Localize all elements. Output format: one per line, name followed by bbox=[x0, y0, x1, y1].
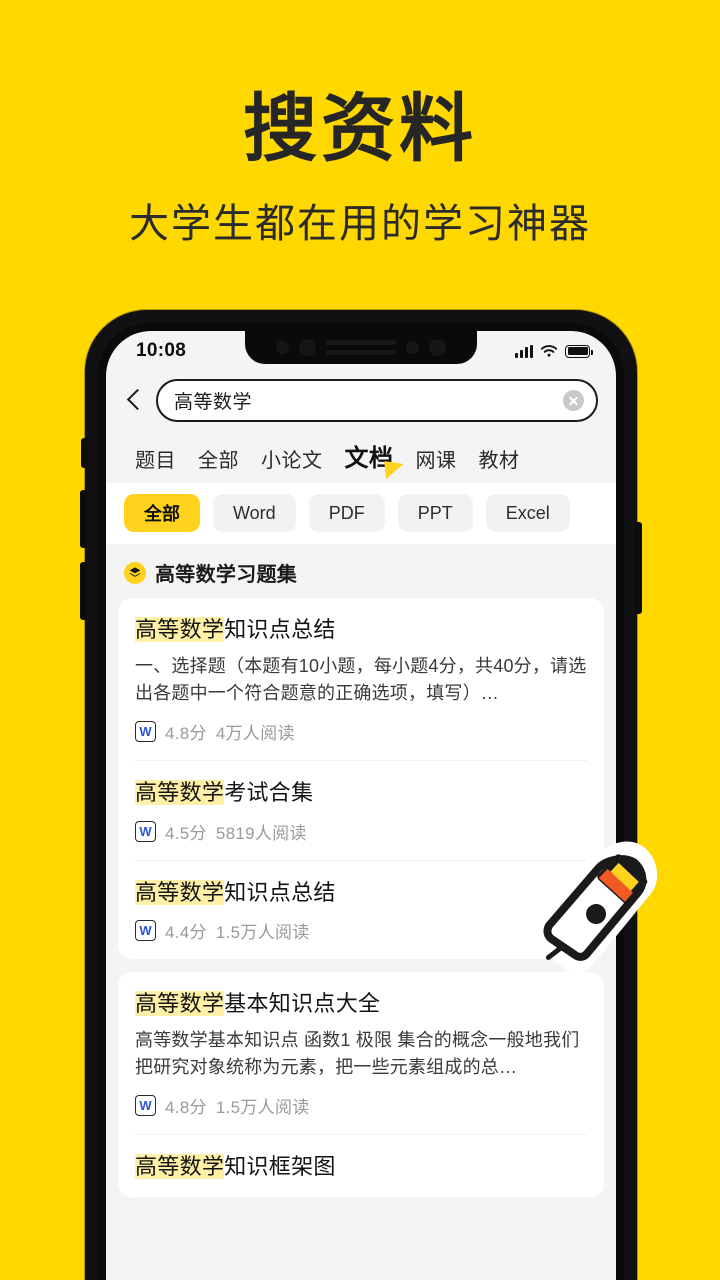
wifi-icon bbox=[540, 345, 558, 357]
status-icon-group bbox=[515, 344, 593, 358]
volume-down-button[interactable] bbox=[80, 562, 87, 620]
speaker-bar-icon bbox=[326, 340, 396, 355]
tab-timu[interactable]: 题目 bbox=[124, 444, 187, 473]
phone-inner-bezel: 10:08 高等数学 题目 全部 小论文 文档 网课 教材 全部 Word PD… bbox=[98, 323, 624, 1280]
result-title: 高等数学知识点总结 bbox=[135, 616, 587, 644]
section-title: 高等数学习题集 bbox=[155, 564, 298, 586]
tab-wendang[interactable]: 文档 bbox=[334, 438, 405, 479]
tab-wangke[interactable]: 网课 bbox=[405, 444, 468, 473]
filter-chip-all[interactable]: 全部 bbox=[124, 494, 200, 532]
sensor-dot-icon bbox=[406, 341, 419, 354]
result-rating: 4.4分 bbox=[165, 923, 207, 943]
result-title-rest: 知识点总结 bbox=[224, 617, 336, 642]
search-row: 高等数学 bbox=[106, 371, 616, 436]
result-reads: 1.5万人阅读 bbox=[215, 1098, 310, 1118]
list-item[interactable]: 高等数学知识点总结 W 4.4分 1.5万人阅读 bbox=[135, 859, 587, 960]
search-input[interactable]: 高等数学 bbox=[156, 379, 598, 422]
camera-dot-icon bbox=[276, 341, 289, 354]
filter-chip-ppt[interactable]: PPT bbox=[397, 494, 473, 532]
filter-chip-word[interactable]: Word bbox=[213, 494, 296, 532]
result-title-rest: 知识框架图 bbox=[224, 1154, 336, 1180]
phone-mockup: 10:08 高等数学 题目 全部 小论文 文档 网课 教材 全部 Word PD… bbox=[80, 310, 642, 1280]
tab-quanbu[interactable]: 全部 bbox=[187, 444, 250, 473]
result-meta: W 4.4分 1.5万人阅读 bbox=[135, 918, 587, 943]
section-header[interactable]: 高等数学习题集 bbox=[106, 544, 616, 598]
result-title-highlight: 高等数学 bbox=[135, 991, 225, 1017]
phone-screen: 10:08 高等数学 题目 全部 小论文 文档 网课 教材 全部 Word PD… bbox=[106, 331, 616, 1280]
result-title-highlight: 高等数学 bbox=[135, 780, 225, 806]
result-title-highlight: 高等数学 bbox=[135, 879, 225, 905]
battery-full-icon bbox=[565, 344, 593, 358]
list-item[interactable]: 高等数学知识框架图 bbox=[135, 1134, 587, 1197]
list-item[interactable]: 高等数学考试合集 W 4.5分 5819人阅读 bbox=[135, 760, 587, 860]
result-title: 高等数学考试合集 bbox=[135, 779, 587, 807]
result-reads: 5819人阅读 bbox=[215, 823, 307, 843]
tab-jiaocai[interactable]: 教材 bbox=[468, 444, 531, 473]
result-rating: 4.8分 bbox=[165, 724, 207, 744]
word-doc-icon: W bbox=[135, 721, 156, 743]
result-title-highlight: 高等数学 bbox=[135, 1154, 225, 1180]
status-time: 10:08 bbox=[136, 340, 187, 361]
page-title: 搜资料 bbox=[243, 87, 477, 170]
promo-header: 搜资料 大学生都在用的学习神器 bbox=[0, 0, 720, 246]
result-title-rest: 基本知识点大全 bbox=[224, 991, 381, 1017]
result-title: 高等数学基本知识点大全 bbox=[135, 990, 587, 1018]
result-title: 高等数学知识点总结 bbox=[135, 879, 587, 907]
result-meta: W 4.8分 4万人阅读 bbox=[135, 719, 587, 744]
mute-switch-button[interactable] bbox=[81, 438, 87, 468]
back-chevron-icon[interactable] bbox=[120, 384, 150, 418]
power-button[interactable] bbox=[635, 522, 642, 614]
result-reads: 1.5万人阅读 bbox=[215, 923, 310, 943]
result-title-rest: 考试合集 bbox=[224, 780, 314, 806]
list-item[interactable]: 高等数学知识点总结 一、选择题（本题有10小题，每小题4分，共40分，请选出各题… bbox=[135, 598, 587, 760]
list-item[interactable]: 高等数学基本知识点大全 高等数学基本知识点 函数1 极限 集合的概念一般地我们把… bbox=[135, 972, 587, 1134]
volume-up-button[interactable] bbox=[80, 490, 87, 548]
word-doc-icon: W bbox=[135, 920, 156, 942]
search-input-value: 高等数学 bbox=[174, 392, 253, 413]
result-title: 高等数学知识框架图 bbox=[135, 1153, 587, 1181]
result-description: 一、选择题（本题有10小题，每小题4分，共40分，请选出各题中一个符合题意的正确… bbox=[135, 655, 587, 703]
tab-xiaolunwen[interactable]: 小论文 bbox=[250, 444, 334, 473]
result-title-rest: 知识点总结 bbox=[224, 879, 336, 905]
word-doc-icon: W bbox=[135, 1095, 156, 1117]
phone-notch bbox=[245, 331, 477, 364]
result-rating: 4.5分 bbox=[165, 823, 207, 843]
sensor-dot-icon bbox=[299, 339, 316, 356]
category-tabs: 题目 全部 小论文 文档 网课 教材 bbox=[106, 436, 616, 483]
result-meta: W 4.5分 5819人阅读 bbox=[135, 819, 587, 844]
pen-nib-sticker-icon bbox=[524, 836, 674, 986]
signal-bars-icon bbox=[515, 344, 533, 358]
result-description: 高等数学基本知识点 函数1 极限 集合的概念一般地我们把研究对象统称为元素，把一… bbox=[135, 1029, 580, 1078]
result-meta: W 4.8分 1.5万人阅读 bbox=[135, 1093, 587, 1118]
result-rating: 4.8分 bbox=[165, 1098, 207, 1118]
file-type-filters: 全部 Word PDF PPT Excel bbox=[106, 483, 616, 544]
result-reads: 4万人阅读 bbox=[215, 724, 295, 744]
result-card: 高等数学基本知识点大全 高等数学基本知识点 函数1 极限 集合的概念一般地我们把… bbox=[118, 972, 604, 1197]
layers-stack-icon bbox=[124, 561, 146, 584]
clear-circle-icon[interactable] bbox=[563, 390, 584, 411]
page-subtitle: 大学生都在用的学习神器 bbox=[129, 202, 591, 246]
filter-chip-pdf[interactable]: PDF bbox=[308, 494, 385, 532]
active-tab-marker-icon bbox=[383, 459, 405, 479]
camera-dot-icon bbox=[429, 339, 446, 356]
word-doc-icon: W bbox=[135, 820, 156, 842]
result-title-highlight: 高等数学 bbox=[135, 617, 225, 642]
filter-chip-excel[interactable]: Excel bbox=[485, 494, 570, 532]
